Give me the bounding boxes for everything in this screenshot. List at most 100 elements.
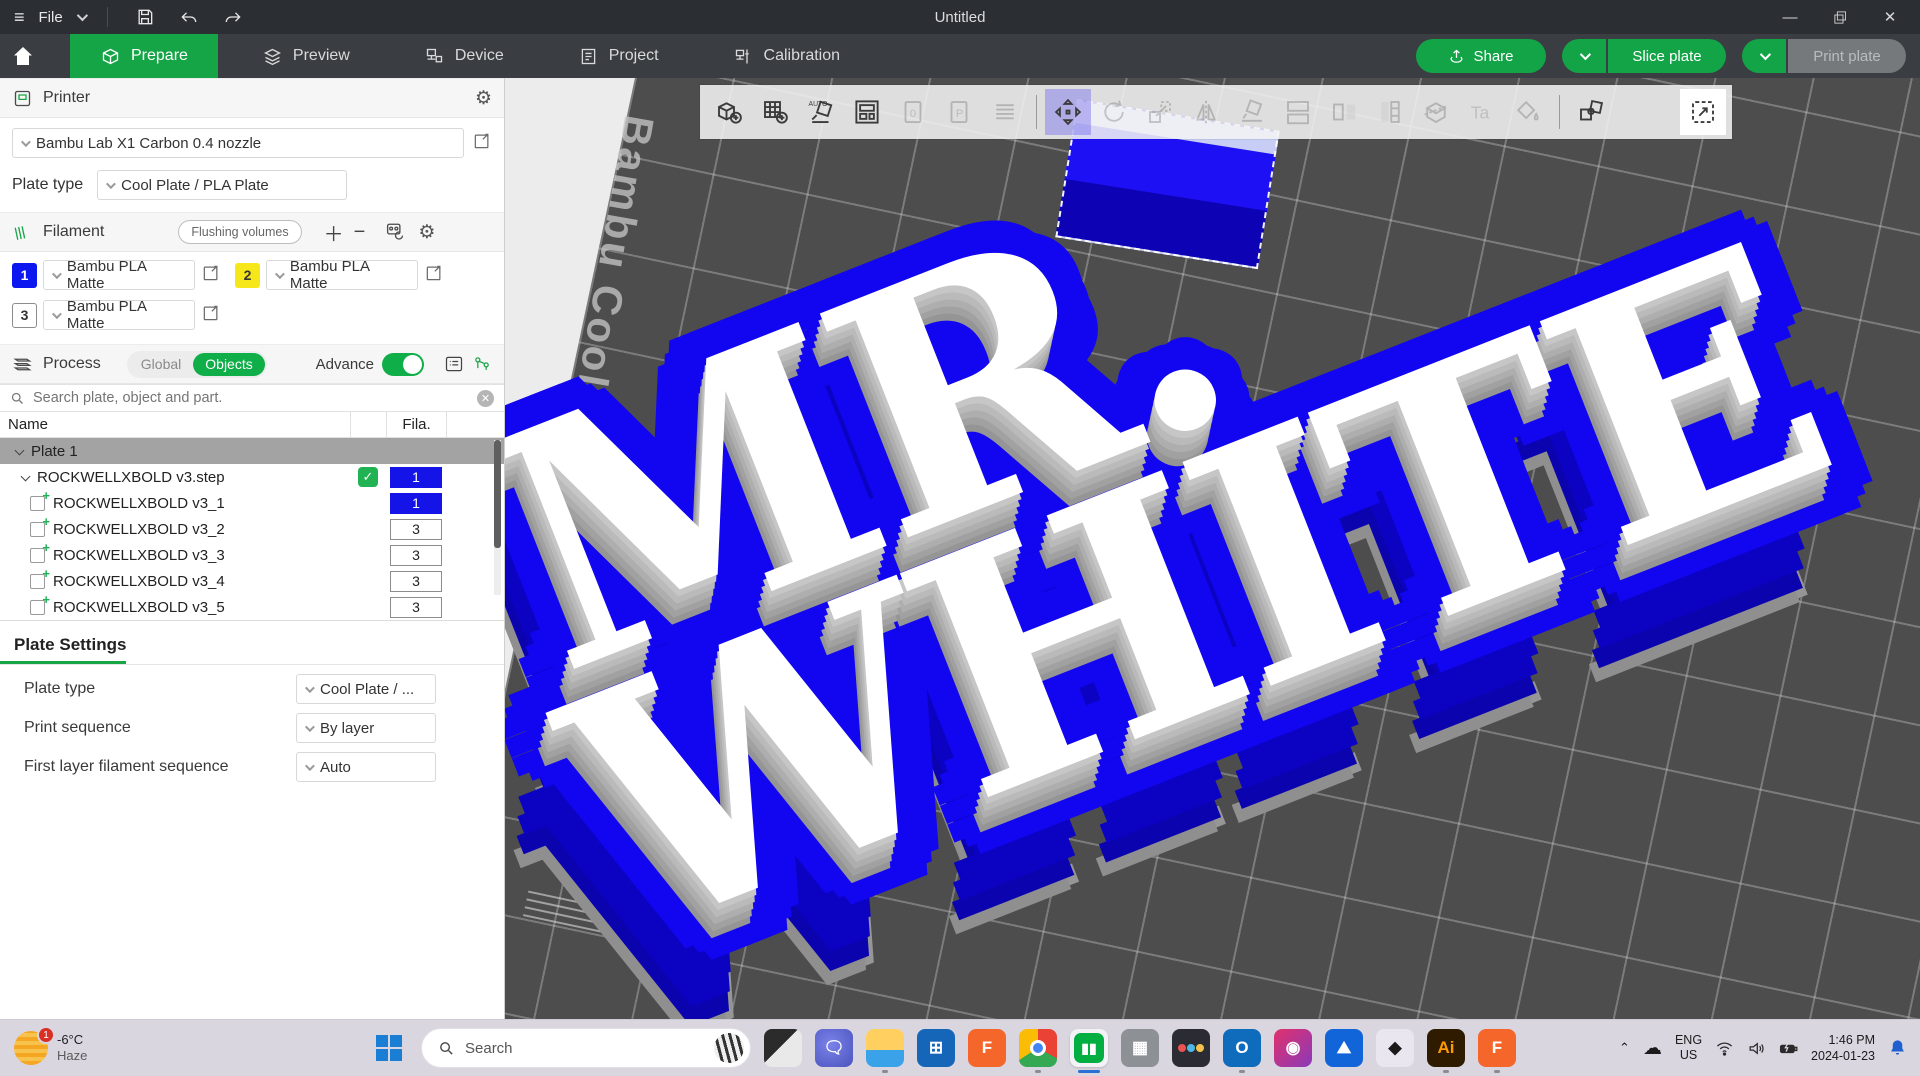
- filament-2-color-swatch[interactable]: 2: [235, 262, 260, 288]
- microsoft-store-button[interactable]: ⊞: [917, 1029, 955, 1067]
- tab-calibration[interactable]: Calibration: [703, 34, 870, 78]
- tree-row-part[interactable]: ROCKWELLXBOLD v3_1 1: [0, 488, 504, 516]
- tab-project[interactable]: Project: [548, 34, 689, 78]
- filament-badge[interactable]: 3: [390, 596, 442, 618]
- file-menu[interactable]: File: [39, 9, 63, 26]
- scope-objects[interactable]: Objects: [193, 352, 265, 376]
- tree-scrollbar[interactable]: [494, 440, 501, 595]
- plate-settings-tab[interactable]: Plate Settings: [0, 621, 127, 664]
- printer-select[interactable]: Bambu Lab X1 Carbon 0.4 nozzle: [12, 128, 464, 158]
- tab-prepare[interactable]: Prepare: [70, 34, 218, 78]
- redo-button[interactable]: [218, 4, 248, 30]
- add-filament-button[interactable]: ＋: [324, 218, 344, 247]
- auto-orient-button[interactable]: AUTO: [798, 89, 844, 135]
- save-button[interactable]: [130, 4, 160, 30]
- edit-filament-3-button[interactable]: [201, 303, 221, 327]
- restore-button[interactable]: [1820, 2, 1860, 32]
- flushing-volumes-button[interactable]: Flushing volumes: [178, 220, 302, 244]
- edit-filament-1-button[interactable]: [201, 263, 221, 287]
- tree-row-part[interactable]: ROCKWELLXBOLD v3_4 3: [0, 566, 504, 594]
- battery-icon[interactable]: [1779, 1039, 1798, 1058]
- print-options-button[interactable]: [1742, 39, 1786, 73]
- tree-row-part[interactable]: ROCKWELLXBOLD v3_5 3: [0, 592, 504, 620]
- slice-options-button[interactable]: [1562, 39, 1606, 73]
- viewport-3d[interactable]: Bambu Cool Plate MR. MR. WHITE WHITE AUT…: [505, 78, 1920, 1019]
- plate-type-select[interactable]: Cool Plate / PLA Plate: [97, 170, 348, 200]
- start-button[interactable]: [370, 1029, 408, 1067]
- slice-plate-button[interactable]: Slice plate: [1608, 39, 1726, 73]
- volume-icon[interactable]: [1747, 1039, 1766, 1058]
- paramount-plus-button[interactable]: ⛰: [1325, 1029, 1363, 1067]
- tree-row-object[interactable]: ROCKWELLXBOLD v3.step ✓ 1: [0, 464, 504, 490]
- add-object-button[interactable]: [706, 89, 752, 135]
- tab-device[interactable]: Device: [394, 34, 534, 78]
- bambu-studio-button[interactable]: ▮▮: [1070, 1029, 1108, 1073]
- filament-settings-gear-icon[interactable]: ⚙: [418, 221, 435, 244]
- plate-type-setting-select[interactable]: Cool Plate / ...: [296, 674, 436, 704]
- home-button[interactable]: [0, 34, 46, 78]
- ams-sync-icon[interactable]: [385, 219, 406, 246]
- chevron-down-icon[interactable]: [76, 9, 88, 22]
- clear-search-icon[interactable]: ✕: [477, 389, 494, 407]
- weather-widget[interactable]: 1 -6°C Haze: [0, 1026, 370, 1065]
- wifi-icon[interactable]: [1715, 1039, 1734, 1058]
- share-button[interactable]: Share: [1416, 39, 1546, 73]
- menu-icon[interactable]: ≡: [14, 8, 25, 26]
- fusion360-2-button[interactable]: F: [1478, 1029, 1516, 1073]
- teams-chat-button[interactable]: 🗨: [815, 1029, 853, 1067]
- remove-filament-button[interactable]: −: [354, 221, 366, 244]
- filament-1-select[interactable]: Bambu PLA Matte: [43, 258, 195, 292]
- print-checkbox[interactable]: ✓: [358, 467, 378, 487]
- capcut-like-button[interactable]: ◉: [1274, 1029, 1312, 1067]
- outlook-button[interactable]: O: [1223, 1029, 1261, 1073]
- advance-toggle[interactable]: [382, 352, 424, 376]
- object-search-input[interactable]: [33, 390, 469, 406]
- tray-expand-chevron[interactable]: ⌃: [1619, 1040, 1630, 1056]
- filament-2-select[interactable]: Bambu PLA Matte: [266, 258, 418, 292]
- add-plate-button[interactable]: [752, 89, 798, 135]
- filament-badge[interactable]: 3: [390, 544, 442, 566]
- printer-settings-gear-icon[interactable]: ⚙: [475, 87, 492, 110]
- edit-printer-button[interactable]: [472, 131, 492, 155]
- inkscape-button[interactable]: ◆: [1376, 1029, 1414, 1067]
- file-explorer-button[interactable]: [866, 1029, 904, 1073]
- parameter-list-icon[interactable]: [444, 354, 464, 374]
- davinci-resolve-button[interactable]: [1172, 1029, 1210, 1067]
- assembly-view-button[interactable]: [1568, 89, 1614, 135]
- tab-preview[interactable]: Preview: [232, 34, 380, 78]
- slice-plate-group: Slice plate: [1562, 39, 1726, 73]
- filament-badge[interactable]: 3: [390, 518, 442, 540]
- print-sequence-select[interactable]: By layer: [296, 713, 436, 743]
- document-icon: [581, 48, 596, 64]
- filament-badge[interactable]: 3: [390, 570, 442, 592]
- undo-button[interactable]: [174, 4, 204, 30]
- arrange-button[interactable]: [844, 89, 890, 135]
- edit-filament-2-button[interactable]: [424, 263, 444, 287]
- clock-widget[interactable]: 1:46 PM 2024-01-23: [1811, 1032, 1875, 1065]
- filament-badge[interactable]: 1: [390, 466, 442, 488]
- close-button[interactable]: ✕: [1870, 2, 1910, 32]
- filament-1-color-swatch[interactable]: 1: [12, 262, 37, 288]
- language-switcher[interactable]: ENG US: [1675, 1033, 1702, 1063]
- compare-settings-icon[interactable]: [472, 354, 492, 374]
- filament-3-select[interactable]: Bambu PLA Matte: [43, 298, 195, 332]
- minimize-button[interactable]: —: [1770, 2, 1810, 32]
- toolbar-collapse-button[interactable]: [1680, 89, 1726, 135]
- filament-3-color-swatch[interactable]: 3: [12, 302, 37, 328]
- task-view-button[interactable]: [764, 1029, 802, 1067]
- tree-row-part[interactable]: ROCKWELLXBOLD v3_2 3: [0, 514, 504, 542]
- fusion360-button[interactable]: F: [968, 1029, 1006, 1067]
- move-tool-button[interactable]: [1045, 89, 1091, 135]
- chrome-button[interactable]: [1019, 1029, 1057, 1073]
- notification-bell-icon[interactable]: [1888, 1038, 1908, 1058]
- tree-row-part[interactable]: ROCKWELLXBOLD v3_3 3: [0, 540, 504, 568]
- filament-badge[interactable]: 1: [390, 492, 442, 514]
- onedrive-cloud-icon[interactable]: ☁: [1643, 1037, 1662, 1060]
- first-layer-sequence-select[interactable]: Auto: [296, 752, 436, 782]
- illustrator-button[interactable]: Ai: [1427, 1029, 1465, 1073]
- calculator-button[interactable]: ▦: [1121, 1029, 1159, 1067]
- tree-row-plate[interactable]: Plate 1: [0, 438, 504, 464]
- taskbar-search[interactable]: Search: [421, 1028, 751, 1068]
- scope-global[interactable]: Global: [129, 353, 193, 376]
- part-icon: [30, 488, 50, 511]
